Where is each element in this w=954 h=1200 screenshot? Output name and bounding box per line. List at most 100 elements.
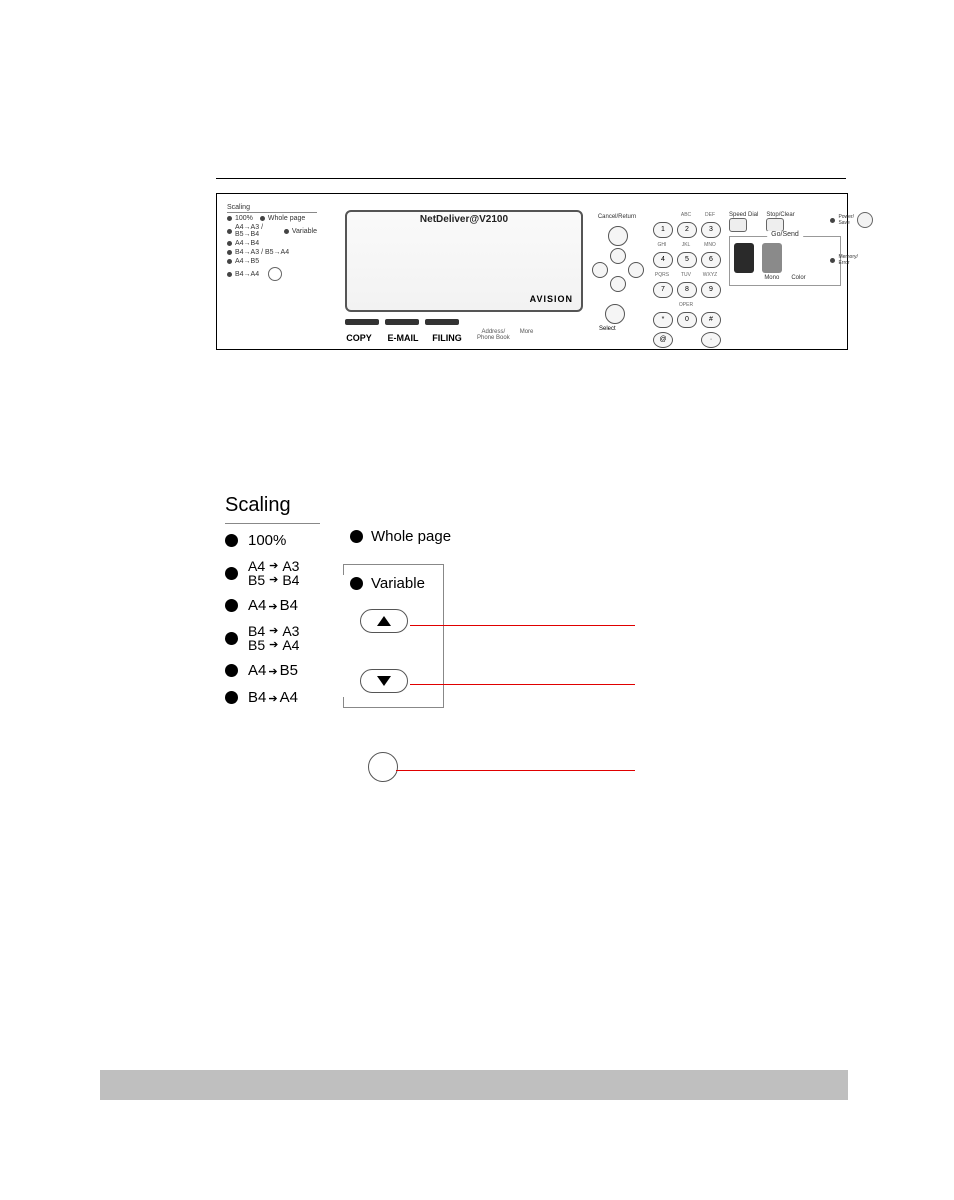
key-7[interactable]: 7: [653, 282, 673, 298]
dpad-left[interactable]: [592, 262, 608, 278]
color-label: Color: [791, 275, 805, 281]
scaling-hr: [225, 523, 320, 524]
dpad-down[interactable]: [610, 276, 626, 292]
nav-cluster: Cancel/Return Select: [587, 214, 647, 324]
led-dot: [227, 250, 232, 255]
key-at[interactable]: @: [653, 332, 673, 348]
key-3[interactable]: 3: [701, 222, 721, 238]
led-dot: [225, 599, 238, 612]
variable-up-button[interactable]: [360, 609, 408, 633]
led-dot: [284, 229, 289, 234]
callout-line: [396, 770, 635, 771]
callout-line: [410, 625, 635, 626]
key-1[interactable]: 1: [653, 222, 673, 238]
key-hash[interactable]: #: [701, 312, 721, 328]
more-label[interactable]: More: [520, 329, 534, 341]
arrow-icon: ➔: [268, 693, 277, 705]
gosend-title: Go/Send: [767, 231, 803, 238]
dpad-up[interactable]: [610, 248, 626, 264]
led-dot: [227, 259, 232, 264]
mini-variable: Variable: [292, 228, 317, 235]
mini-scaling-opt: B4→A4: [235, 271, 259, 278]
mode-email[interactable]: E-MAIL: [383, 333, 423, 343]
mini-whole: Whole page: [268, 215, 305, 222]
key-star[interactable]: *: [653, 312, 673, 328]
select-button[interactable]: [605, 304, 625, 324]
mini-scaling-opt: B4→A3 / B5→A4: [235, 249, 289, 256]
led-dot: [227, 272, 232, 277]
scaling-cycle-button[interactable]: [368, 752, 398, 782]
mode-led: [345, 319, 379, 325]
right-cluster: Speed Dial Stop/Clear Go/Send Mono Color: [729, 212, 841, 286]
led-dot: [227, 229, 232, 234]
color-send-button[interactable]: [762, 243, 782, 273]
mini-scaling-opt: A4→B5: [235, 258, 259, 265]
section-rule: [216, 178, 846, 179]
mini-scaling-opt: A4→B4: [235, 240, 259, 247]
led-dot: [225, 664, 238, 677]
arrow-icon: ➔: [268, 601, 277, 613]
mini-scaling-button[interactable]: [268, 267, 282, 281]
status-leds: Power/ Save Memory/ Error: [830, 212, 873, 266]
cancel-button[interactable]: [608, 226, 628, 246]
dpad: [592, 254, 642, 284]
key-9[interactable]: 9: [701, 282, 721, 298]
led-dot: [225, 534, 238, 547]
key-2[interactable]: 2: [677, 222, 697, 238]
led-dot: [225, 632, 238, 645]
key-5[interactable]: 5: [677, 252, 697, 268]
led-dot: [260, 216, 265, 221]
speeddial-button[interactable]: [729, 218, 747, 232]
small-labels: Address/ Phone Book More: [477, 329, 533, 341]
led-dot: [225, 567, 238, 580]
speeddial-label: Speed Dial: [729, 212, 758, 218]
power-button[interactable]: [857, 212, 873, 228]
arrow-icon: ➔: [269, 640, 278, 651]
scaling-title: Scaling: [225, 494, 445, 517]
mini-scaling-title: Scaling: [227, 204, 317, 213]
triangle-up-icon: [377, 616, 391, 626]
key-8[interactable]: 8: [677, 282, 697, 298]
led-dot: [227, 216, 232, 221]
variable-down-button[interactable]: [360, 669, 408, 693]
page-footer-bar: [100, 1070, 848, 1100]
callout-line: [410, 684, 635, 685]
led-dot: [830, 258, 835, 263]
mono-send-button[interactable]: [734, 243, 754, 273]
scaling-opt-wholepage[interactable]: Whole page: [350, 528, 460, 545]
mini-scaling-opt: A4→A3 / B5→B4: [235, 224, 279, 238]
led-dot: [227, 241, 232, 246]
key-6[interactable]: 6: [701, 252, 721, 268]
brand-label: AVISION: [530, 294, 573, 304]
mode-copy[interactable]: COPY: [339, 333, 379, 343]
led-dot: [830, 218, 835, 223]
mono-label: Mono: [764, 275, 779, 281]
arrow-icon: ➔: [269, 626, 278, 637]
triangle-down-icon: [377, 676, 391, 686]
key-dot[interactable]: ·: [701, 332, 721, 348]
gosend-group: Go/Send Mono Color: [729, 236, 841, 286]
select-label: Select: [599, 326, 616, 332]
mode-led-row: [345, 319, 459, 325]
stopclear-label: Stop/Clear: [766, 212, 794, 218]
control-panel-figure: Scaling 100% Whole page A4→A3 / B5→B4 Va…: [216, 193, 848, 350]
dpad-right[interactable]: [628, 262, 644, 278]
mode-filing[interactable]: FILING: [427, 333, 467, 343]
key-0[interactable]: 0: [677, 312, 697, 328]
led-dot: [350, 530, 363, 543]
numeric-keypad: ABC DEF 1 2 3 GHI JKL MNO 4 5 6 PQRS TUV…: [653, 212, 719, 348]
arrow-icon: ➔: [269, 575, 278, 586]
arrow-icon: ➔: [269, 561, 278, 572]
mini-scaling-block: Scaling 100% Whole page A4→A3 / B5→B4 Va…: [227, 204, 317, 283]
mode-labels: COPY E-MAIL FILING: [339, 333, 467, 343]
key-4[interactable]: 4: [653, 252, 673, 268]
led-dot: [225, 691, 238, 704]
scaling-figure: Scaling 100% A4➔A3 B5➔B4 A4➔B4 B4➔A3 B5➔…: [225, 494, 445, 716]
device-title: NetDeliver@V2100: [347, 214, 581, 225]
addrbook-label[interactable]: Address/ Phone Book: [477, 329, 510, 341]
stopclear-button[interactable]: [766, 218, 784, 232]
mode-led: [385, 319, 419, 325]
cancel-label: Cancel/Return: [587, 214, 647, 220]
lcd-screen: NetDeliver@V2100 AVISION: [345, 210, 583, 312]
mini-scaling-opt: 100%: [235, 215, 253, 222]
